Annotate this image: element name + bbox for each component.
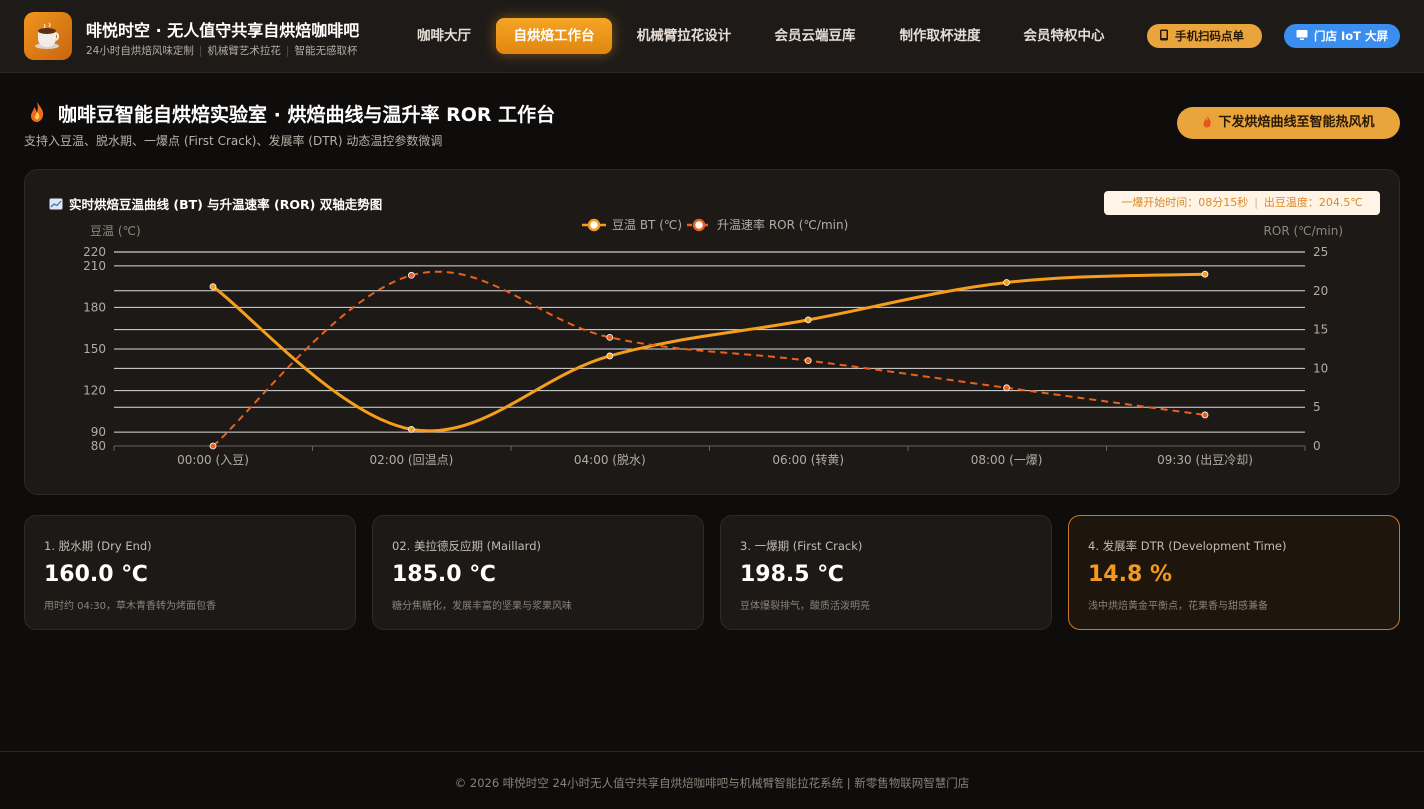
bean-temp-point <box>407 425 415 433</box>
nav-roast-workbench[interactable]: 自烘焙工作台 <box>496 18 612 54</box>
legend-label: 豆温 BT (℃) <box>612 218 682 232</box>
y-right-tick-label: 0 <box>1313 439 1321 453</box>
y-left-tick-label: 180 <box>83 300 106 314</box>
bt-ror-dual-axis-chart: 8090 120 150 180 210220 0 5 10 15 20 25 00:00 (入豆) 0… <box>83 217 1343 467</box>
y-left-tick-label: 80 <box>91 439 106 453</box>
nav-cloud-bean-library[interactable]: 会员云端豆库 <box>760 18 870 54</box>
nav-order-progress[interactable]: 制作取杯进度 <box>886 18 994 54</box>
y-left-axis-title: 豆温 (℃) <box>90 224 141 238</box>
stat-description: 糖分焦糖化，发展丰富的坚果与浆果风味 <box>392 601 572 612</box>
top-navigation-bar: 啡悦时空 · 无人值守共享自烘焙咖啡吧 24小时自烘焙风味定制 | 机械臂艺术拉花 |… <box>0 0 1424 73</box>
y-left-tick-label: 120 <box>83 384 106 398</box>
stat-description: 浅中烘焙黄金平衡点，花果香与甜感兼备 <box>1088 601 1268 612</box>
footer-copyright: © 2026 啡悦时空 24小时无人值守共享自烘焙咖啡吧与机械臂智能拉花系统 |… <box>454 776 970 790</box>
stat-value: 160.0 ℃ <box>44 562 148 587</box>
ror-point <box>407 271 415 279</box>
bean-temp-point <box>1201 270 1209 278</box>
stat-value: 14.8 % <box>1088 562 1172 587</box>
bean-temp-point <box>1003 279 1010 286</box>
bean-temp-point <box>606 352 614 360</box>
nav-coffee-hall[interactable]: 咖啡大厅 <box>405 18 483 54</box>
stat-label: 02. 美拉德反应期 (Maillard) <box>392 539 541 553</box>
y-right-tick-label: 10 <box>1313 361 1328 375</box>
stat-description: 豆体爆裂排气，酸质活泼明亮 <box>740 601 870 612</box>
scan-order-button[interactable]: 手机扫码点单 <box>1147 24 1262 48</box>
y-right-tick-label: 5 <box>1313 400 1321 414</box>
brand-tag: 智能无感取杯 <box>294 45 358 57</box>
flame-small-icon <box>1203 115 1212 128</box>
y-right-tick-label: 15 <box>1313 323 1328 337</box>
iot-screen-button[interactable]: 门店 IoT 大屏 <box>1284 24 1400 48</box>
x-tick-label: 00:00 (入豆) <box>177 453 249 467</box>
stat-value: 185.0 ℃ <box>392 562 496 587</box>
stat-card-dtr[interactable]: 4. 发展率 DTR (Development Time) 14.8 % 浅中烘… <box>1068 515 1400 630</box>
ror-point <box>1201 411 1209 419</box>
y-left-tick-label: 90 <box>91 425 106 439</box>
stat-label: 1. 脱水期 (Dry End) <box>44 539 152 553</box>
flame-icon <box>31 102 44 122</box>
y-left-tick-label: 150 <box>83 342 106 356</box>
y-right-tick-label: 25 <box>1313 245 1328 259</box>
y-left-tick-label: 210 <box>83 259 106 273</box>
page-subtitle: 支持入豆温、脱水期、一爆点 (First Crack)、发展率 (DTR) 动态… <box>24 134 443 148</box>
stat-value: 198.5 ℃ <box>740 562 844 587</box>
brand-tag: 机械臂艺术拉花 <box>207 45 281 57</box>
roast-chart-card: 实时烘焙豆温曲线 (BT) 与升温速率 (ROR) 双轴走势图 一爆开始时间：0… <box>24 169 1400 495</box>
y-right-tick-label: 20 <box>1313 284 1328 298</box>
bean-temp-point <box>209 283 217 291</box>
footer: © 2026 啡悦时空 24小时无人值守共享自烘焙咖啡吧与机械臂智能拉花系统 |… <box>0 751 1424 809</box>
brand-title: 啡悦时空 · 无人值守共享自烘焙咖啡吧 <box>86 21 360 40</box>
legend-marker <box>692 218 706 232</box>
x-tick-label: 06:00 (转黄) <box>772 452 844 467</box>
ror-point <box>209 442 217 450</box>
page-title: 咖啡豆智能自烘焙实验室 · 烘焙曲线与温升率 ROR 工作台 <box>58 104 556 126</box>
x-tick-label: 02:00 (回温点) <box>370 453 454 467</box>
nav-member-privileges[interactable]: 会员特权中心 <box>1010 18 1118 54</box>
push-roast-curve-label: 下发烘焙曲线至智能热风机 <box>1218 115 1375 130</box>
stat-description: 用时约 04:30，草木青香转为烤面包香 <box>44 601 216 612</box>
scan-order-label: 手机扫码点单 <box>1175 29 1244 43</box>
monitor-icon <box>1296 30 1308 40</box>
nav-latte-art-design[interactable]: 机械臂拉花设计 <box>624 18 744 54</box>
brand-tagline: 24小时自烘焙风味定制 | 机械臂艺术拉花 | 智能无感取杯 <box>86 45 358 57</box>
x-tick-label: 08:00 (一爆) <box>971 453 1043 467</box>
x-tick-label: 09:30 (出豆冷却) <box>1157 453 1253 467</box>
y-left-tick-label: 220 <box>83 245 106 259</box>
ror-series-line <box>212 270 1206 447</box>
coffee-cup-logo-icon[interactable] <box>24 12 72 60</box>
legend-label: 升温速率 ROR (℃/min) <box>717 217 848 232</box>
x-tick-label: 04:00 (脱水) <box>574 452 646 467</box>
stat-label: 3. 一爆期 (First Crack) <box>740 539 863 553</box>
iot-screen-label: 门店 IoT 大屏 <box>1314 29 1389 43</box>
ror-point <box>1003 384 1010 392</box>
stat-card-maillard[interactable]: 02. 美拉德反应期 (Maillard) 185.0 ℃ 糖分焦糖化，发展丰富… <box>372 515 704 630</box>
stat-card-dry-end[interactable]: 1. 脱水期 (Dry End) 160.0 ℃ 用时约 04:30，草木青香转… <box>24 515 356 630</box>
push-roast-curve-button[interactable]: 下发烘焙曲线至智能热风机 <box>1177 107 1400 139</box>
legend-marker <box>587 218 601 232</box>
stat-card-first-crack[interactable]: 3. 一爆期 (First Crack) 198.5 ℃ 豆体爆裂排气，酸质活泼… <box>720 515 1052 630</box>
y-right-axis-title: ROR (℃/min) <box>1264 224 1343 238</box>
ror-point <box>804 357 812 365</box>
ror-point <box>606 333 614 341</box>
brand-tag: 24小时自烘焙风味定制 <box>86 45 194 57</box>
bean-temp-point <box>804 316 812 324</box>
stat-label: 4. 发展率 DTR (Development Time) <box>1088 539 1287 553</box>
phone-icon <box>1160 29 1168 41</box>
